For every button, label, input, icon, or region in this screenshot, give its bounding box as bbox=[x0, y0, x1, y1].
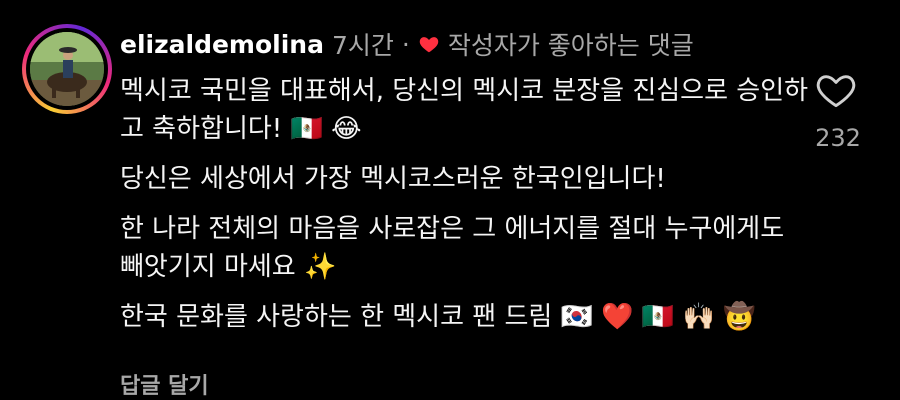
liked-by-creator-label: 작성자가 좋아하는 댓글 bbox=[447, 31, 694, 60]
comment-paragraph: 멕시코 국민을 대표해서, 당신의 멕시코 분장을 진심으로 승인하고 축하합니… bbox=[120, 76, 809, 144]
avatar[interactable] bbox=[30, 32, 104, 106]
comment-time: 7시간 bbox=[331, 31, 394, 60]
avatar-border bbox=[26, 28, 108, 110]
separator: · bbox=[401, 29, 410, 59]
reply-button[interactable]: 답글 달기 bbox=[120, 368, 209, 400]
heart-outline-icon bbox=[816, 75, 856, 108]
comment-body: 멕시코 국민을 대표해서, 당신의 멕시코 분장을 진심으로 승인하고 축하합니… bbox=[120, 72, 810, 348]
like-count: 232 bbox=[815, 124, 861, 152]
comment-header: elizaldemolina 7시간 · 작성자가 좋아하는 댓글 bbox=[120, 26, 694, 62]
avatar-story-ring[interactable] bbox=[22, 24, 112, 114]
comment-paragraph: 당신은 세상에서 가장 멕시코스러운 한국인입니다! bbox=[120, 164, 666, 194]
heart-filled-icon bbox=[419, 37, 439, 53]
comment-paragraph: 한 나라 전체의 마음을 사로잡은 그 에너지를 절대 누구에게도 빼앗기지 마… bbox=[120, 214, 785, 282]
comment-paragraph: 한국 문화를 사랑하는 한 멕시코 팬 드림 🇰🇷 ❤️ 🇲🇽 🙌🏻 🤠 bbox=[120, 302, 756, 332]
like-button[interactable] bbox=[814, 68, 858, 112]
username[interactable]: elizaldemolina bbox=[120, 30, 324, 59]
avatar-image bbox=[30, 32, 104, 106]
